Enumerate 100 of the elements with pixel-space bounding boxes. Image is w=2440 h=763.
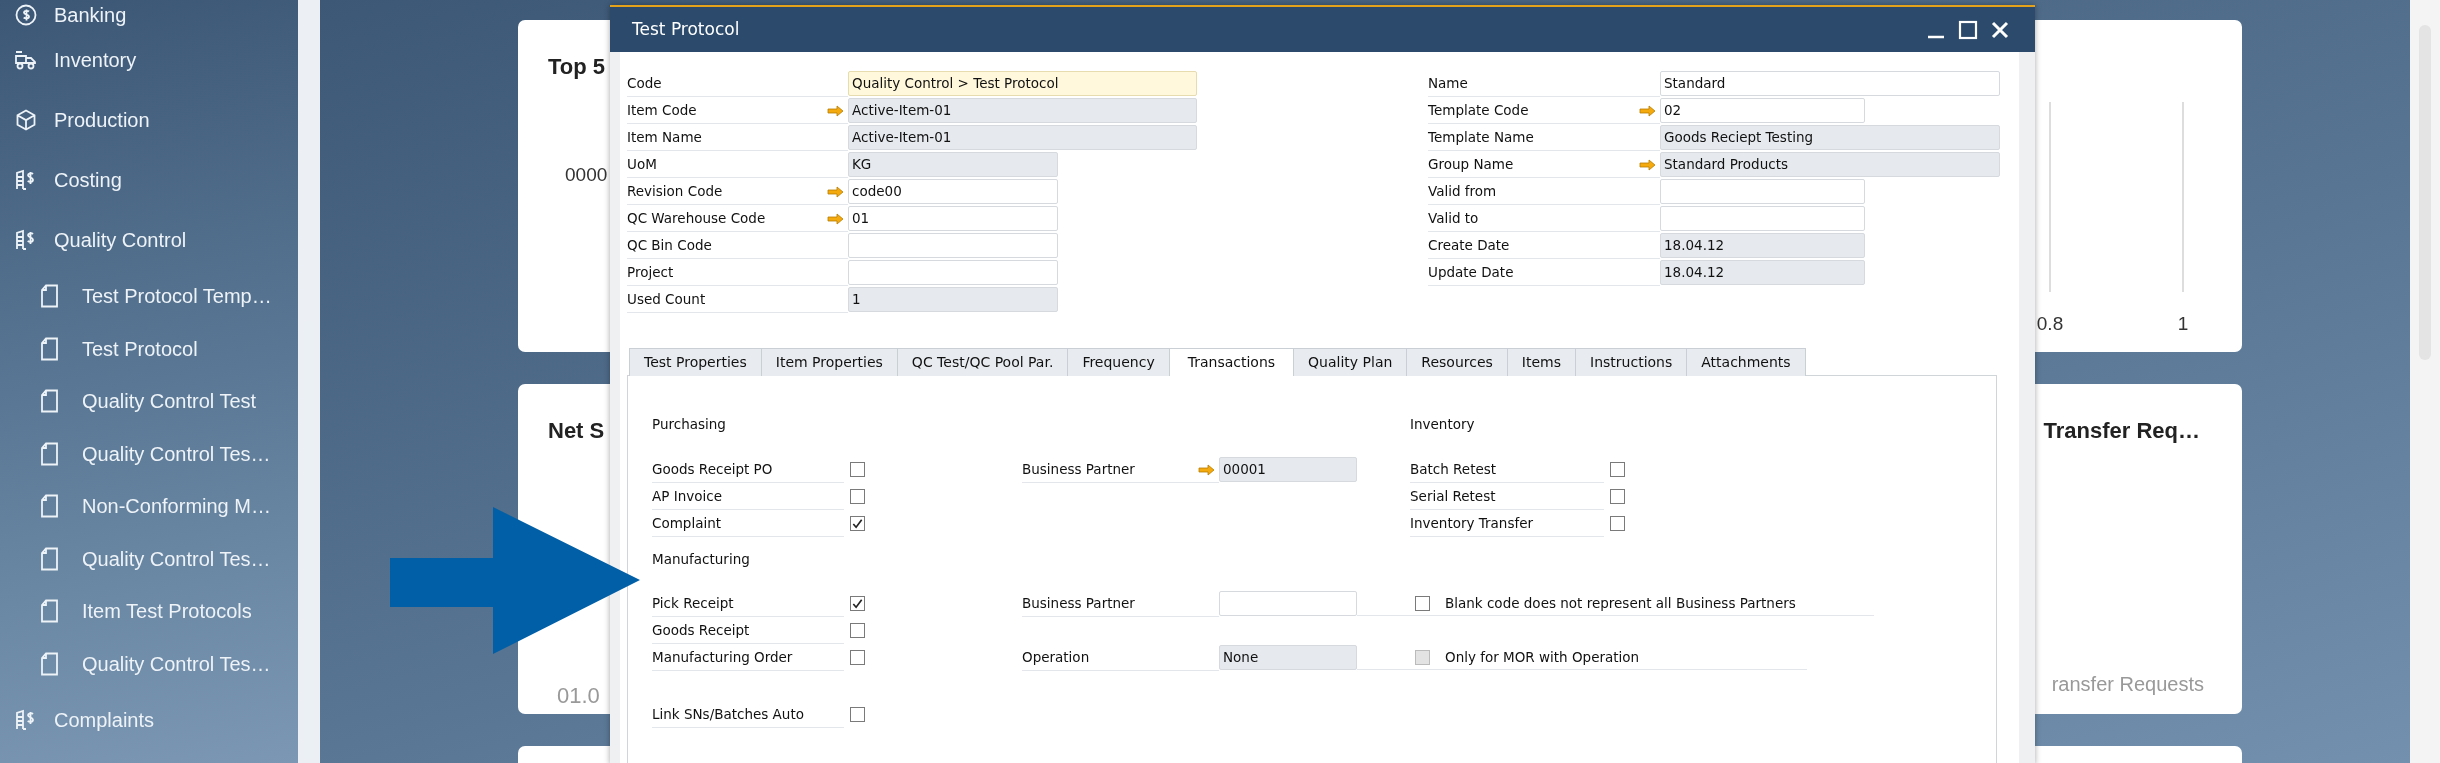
link-arrow-icon[interactable] — [826, 212, 844, 225]
field-label: Create Date — [1428, 236, 1510, 256]
input-field[interactable]: 18.04.12 — [1660, 260, 1865, 285]
section-heading: Inventory — [1410, 414, 1475, 434]
box-icon — [14, 108, 38, 132]
checkbox[interactable] — [850, 462, 865, 477]
input-field[interactable]: 00001 — [1219, 457, 1357, 482]
input-field[interactable] — [1660, 206, 1865, 231]
axis-label: 1 — [2177, 312, 2189, 336]
scrollbar[interactable] — [2410, 0, 2440, 763]
tab[interactable]: Quality Plan — [1293, 348, 1408, 376]
checkbox-label: Only for MOR with Operation — [1445, 647, 1640, 667]
input-field[interactable]: Goods Reciept Testing — [1660, 125, 2000, 150]
input-field[interactable] — [848, 233, 1058, 258]
link-arrow-icon[interactable] — [826, 185, 844, 198]
input-field[interactable] — [1660, 179, 1865, 204]
sidebar-item[interactable]: Costing — [0, 150, 298, 210]
document-icon — [40, 441, 60, 466]
document-icon — [40, 284, 60, 309]
field-label: Name — [1428, 74, 1468, 94]
checkbox-label: Blank code does not represent all Business Partners — [1445, 593, 1796, 613]
pointer-arrow-icon — [388, 505, 642, 657]
field-label: Template Name — [1428, 128, 1534, 148]
axis-label: 0000 — [565, 163, 608, 187]
checkbox[interactable] — [850, 516, 865, 531]
input-field[interactable] — [1219, 591, 1357, 616]
field-label: Update Date — [1428, 263, 1514, 283]
tab[interactable]: Frequency — [1067, 348, 1170, 376]
input-field[interactable]: 18.04.12 — [1660, 233, 1865, 258]
field-label: QC Bin Code — [627, 236, 712, 256]
checkbox[interactable] — [1610, 489, 1625, 504]
tab[interactable]: Item Properties — [760, 348, 898, 376]
checkbox-label: Pick Receipt — [652, 594, 734, 614]
checkbox-label: Batch Retest — [1410, 460, 1497, 480]
section-heading: Purchasing — [652, 414, 726, 434]
checkbox[interactable] — [850, 623, 865, 638]
coin-icon — [14, 3, 38, 27]
sidebar-item[interactable]: Quality Control Test — [0, 375, 298, 428]
checkbox-label: Complaint — [652, 514, 722, 534]
checkbox[interactable] — [850, 650, 865, 665]
field-label: Business Partner — [1022, 594, 1135, 614]
card-title: Top 5 — [548, 53, 606, 81]
link-arrow-icon[interactable] — [1197, 463, 1215, 476]
document-icon — [40, 599, 60, 624]
input-field[interactable]: 01 — [848, 206, 1058, 231]
checkbox-label: AP Invoice — [652, 487, 722, 507]
tab[interactable]: Transactions — [1168, 348, 1295, 376]
tab[interactable]: Attachments — [1686, 348, 1806, 376]
input-field[interactable]: None — [1219, 645, 1357, 670]
tab[interactable]: QC Test/QC Pool Par. — [896, 348, 1069, 376]
scrollbar[interactable] — [298, 0, 320, 763]
link-arrow-icon[interactable] — [1638, 104, 1656, 117]
field-label: Project — [627, 263, 674, 283]
input-field[interactable]: 1 — [848, 287, 1058, 312]
document-icon — [40, 494, 60, 519]
checkbox[interactable] — [1610, 462, 1625, 477]
input-field[interactable]: code00 — [848, 179, 1058, 204]
sidebar-item[interactable]: Quality Control Tes… — [0, 427, 298, 480]
checkbox-label: Serial Retest — [1410, 487, 1496, 507]
truck-icon — [14, 48, 38, 72]
link-arrow-icon[interactable] — [826, 104, 844, 117]
sidebar-item[interactable]: Test Protocol — [0, 322, 298, 375]
field-label: Valid from — [1428, 182, 1497, 202]
sidebar-item[interactable]: Non-Conforming M… — [0, 480, 298, 533]
tab[interactable]: Instructions — [1575, 348, 1688, 376]
tab[interactable]: Items — [1506, 348, 1577, 376]
input-field[interactable]: KG — [848, 152, 1058, 177]
tab[interactable]: Test Properties — [629, 348, 762, 376]
sidebar-item[interactable]: Quality Control — [0, 210, 298, 270]
window-title: Test Protocol — [632, 17, 740, 41]
sidebar-item[interactable]: Test Protocol Temp… — [0, 270, 298, 323]
section-heading: Manufacturing — [652, 549, 750, 569]
link-arrow-icon[interactable] — [1638, 158, 1656, 171]
field-label: QC Warehouse Code — [627, 209, 766, 229]
checkbox[interactable] — [850, 596, 865, 611]
checkbox-label: Goods Receipt — [652, 621, 750, 641]
checkbox-label: Goods Receipt PO — [652, 460, 773, 480]
field-label: Revision Code — [627, 182, 723, 202]
sidebar-item[interactable]: Production — [0, 90, 298, 150]
card-title: Transfer Req… — [2043, 417, 2200, 445]
document-icon — [40, 651, 60, 676]
input-field[interactable]: Active-Item-01 — [848, 98, 1197, 123]
input-field[interactable]: Active-Item-01 — [848, 125, 1197, 150]
input-field[interactable]: Quality Control > Test Protocol — [848, 71, 1197, 96]
input-field[interactable]: Standard Products — [1660, 152, 2000, 177]
checkbox[interactable] — [1415, 595, 1430, 611]
tab[interactable]: Resources — [1406, 348, 1508, 376]
field-label: Valid to — [1428, 209, 1479, 229]
input-field[interactable]: Standard — [1660, 71, 2000, 96]
sidebar-item[interactable]: Inventory — [0, 30, 298, 90]
document-icon — [40, 546, 60, 571]
checkbox[interactable] — [1610, 516, 1625, 531]
input-field[interactable] — [848, 260, 1058, 285]
checkbox-label: Link SNs/Batches Auto — [652, 705, 804, 725]
checkbox[interactable] — [850, 707, 865, 722]
field-label: UoM — [627, 155, 657, 175]
checkbox[interactable] — [850, 489, 865, 504]
input-field[interactable]: 02 — [1660, 98, 1865, 123]
sidebar-item[interactable]: Banking — [0, 0, 298, 30]
document-icon — [40, 389, 60, 414]
